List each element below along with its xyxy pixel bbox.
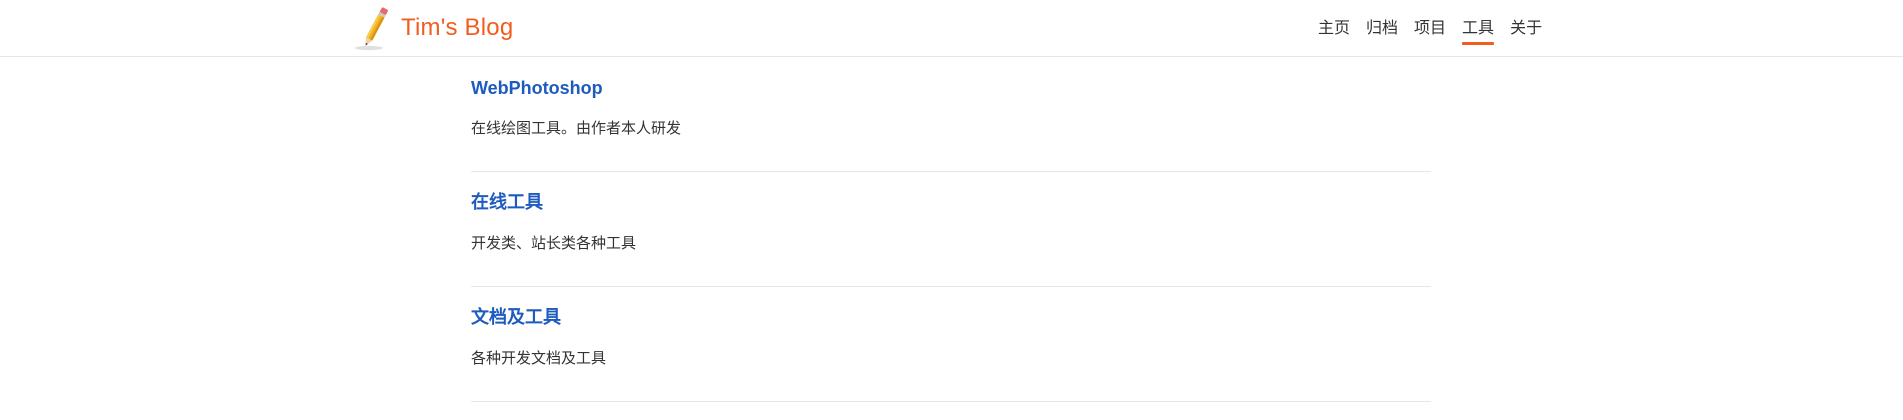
tool-description: 各种开发文档及工具 xyxy=(471,349,607,367)
nav-item-tools[interactable]: 工具 xyxy=(1462,18,1495,45)
tools-list: WebPhotoshop 在线绘图工具。由作者本人研发 在线工具 开发类、站长类… xyxy=(471,57,1431,402)
nav-item-archive[interactable]: 归档 xyxy=(1366,18,1398,38)
tool-title-link[interactable]: WebPhotoshop xyxy=(471,77,1431,99)
nav-item-about[interactable]: 关于 xyxy=(1510,18,1542,38)
list-item: 在线工具 开发类、站长类各种工具 xyxy=(471,172,1431,287)
tool-description: 在线绘图工具。由作者本人研发 xyxy=(471,119,682,137)
tool-description: 开发类、站长类各种工具 xyxy=(471,234,637,252)
list-item: WebPhotoshop 在线绘图工具。由作者本人研发 xyxy=(471,57,1431,172)
site-title: Tim's Blog xyxy=(401,14,514,41)
pencil-icon xyxy=(355,7,388,51)
main-nav: 主页 归档 项目 工具 关于 xyxy=(1318,0,1542,56)
nav-item-home[interactable]: 主页 xyxy=(1318,18,1350,38)
nav-item-projects[interactable]: 项目 xyxy=(1414,18,1446,38)
tool-title-link[interactable]: 在线工具 xyxy=(471,192,1431,214)
site-header: Tim's Blog 主页 归档 项目 工具 关于 xyxy=(0,0,1903,57)
site-brand-link[interactable]: Tim's Blog xyxy=(353,4,513,52)
tool-title-link[interactable]: 文档及工具 xyxy=(471,307,1431,329)
list-item: 文档及工具 各种开发文档及工具 xyxy=(471,287,1431,402)
